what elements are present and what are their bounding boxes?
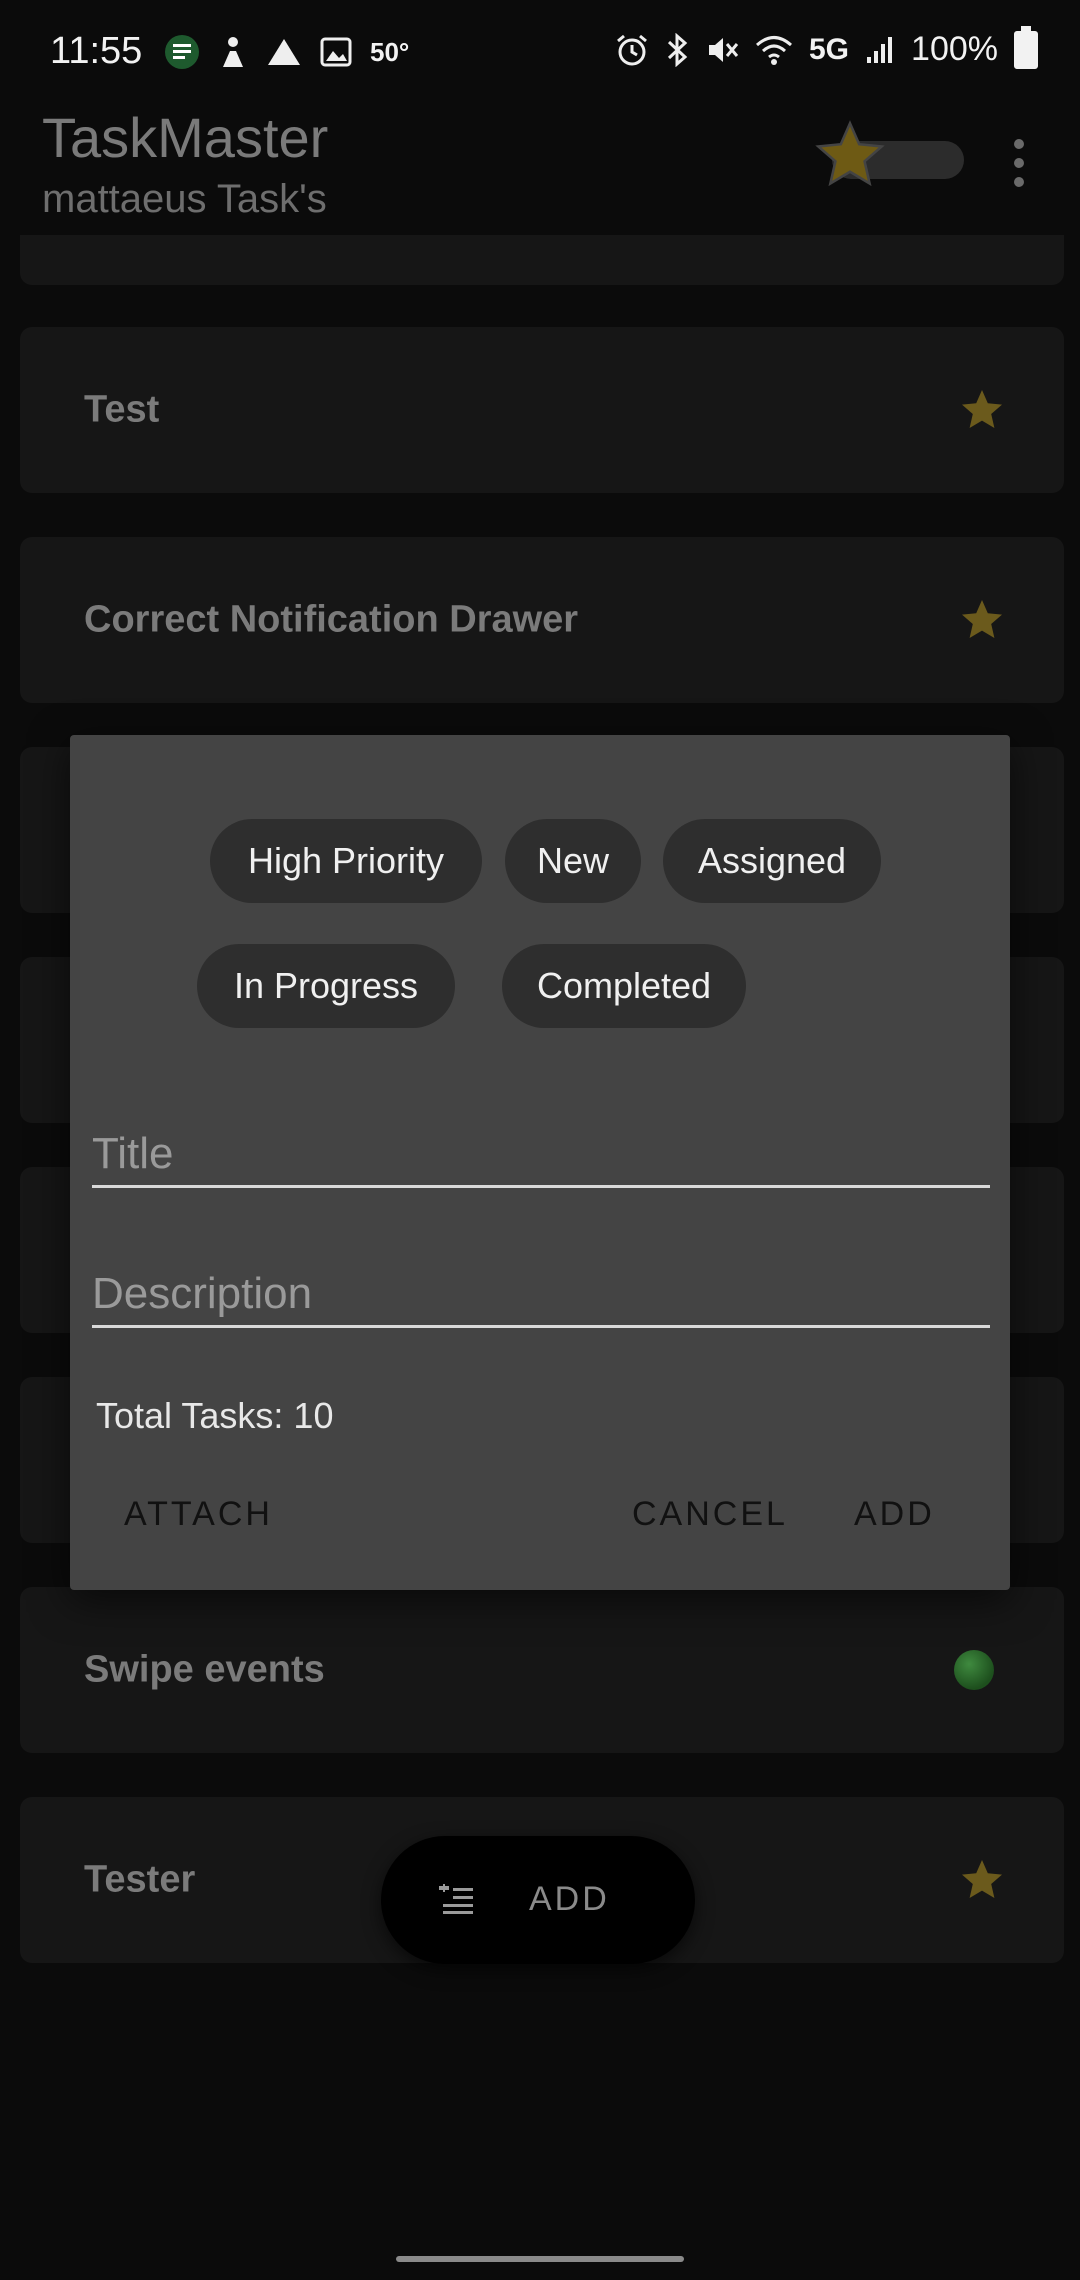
task-title: Swipe events (84, 1648, 325, 1691)
total-tasks-label: Total Tasks: 10 (96, 1395, 334, 1436)
mute-icon (709, 37, 739, 62)
title-input[interactable] (92, 1105, 990, 1185)
status-time: 11:55 (50, 30, 143, 72)
add-task-fab[interactable]: ADD (381, 1836, 695, 1964)
network-type: 5G (809, 32, 850, 66)
task-title: Test (84, 388, 160, 431)
task-card[interactable]: Correct Notification Drawer (20, 537, 1064, 703)
bluetooth-icon (667, 32, 688, 67)
status-left-icons: 50° (164, 34, 409, 70)
triangle-icon (268, 39, 300, 65)
status-right-icons: 5G 100% (615, 25, 1038, 69)
app-title: TaskMaster (42, 106, 329, 169)
cancel-button[interactable]: CANCEL (632, 1495, 788, 1534)
image-icon (320, 37, 352, 67)
task-title: Correct Notification Drawer (84, 598, 579, 641)
fitness-icon (223, 37, 243, 67)
add-list-icon (439, 1884, 473, 1914)
star-icon (962, 1860, 1002, 1898)
wifi-icon (756, 35, 792, 65)
signal-icon (867, 36, 893, 63)
notes-icon (165, 35, 199, 69)
fab-label: ADD (529, 1880, 610, 1918)
task-card[interactable]: Swipe events (20, 1587, 1064, 1753)
chip-assigned[interactable]: Assigned (663, 819, 881, 903)
star-icon[interactable] (812, 117, 888, 193)
attach-button[interactable]: ATTACH (124, 1495, 273, 1534)
description-input[interactable] (92, 1245, 990, 1325)
app-subtitle: mattaeus Task's (42, 177, 327, 221)
chip-new[interactable]: New (505, 819, 641, 903)
add-button[interactable]: ADD (854, 1495, 935, 1534)
gesture-nav-bar[interactable] (396, 2256, 684, 2262)
temperature: 50° (370, 36, 410, 67)
add-task-dialog: High Priority New Assigned In Progress C… (70, 735, 1010, 1590)
chip-high-priority[interactable]: High Priority (210, 819, 482, 903)
battery-icon (1014, 25, 1038, 69)
description-field[interactable] (92, 1245, 990, 1328)
task-card[interactable]: Test (20, 327, 1064, 493)
alarm-icon (617, 34, 647, 65)
status-dot-icon (954, 1650, 994, 1690)
overflow-menu-icon[interactable] (1014, 139, 1028, 196)
title-field[interactable] (92, 1105, 990, 1188)
app-bar: TaskMaster mattaeus Task's (0, 105, 1080, 235)
task-title: Tester (84, 1858, 196, 1901)
battery-percent: 100% (911, 30, 998, 68)
star-icon (962, 390, 1002, 428)
chip-in-progress[interactable]: In Progress (197, 944, 455, 1028)
status-bar: 11:55 50° 5G 100% (0, 0, 1080, 105)
chip-completed[interactable]: Completed (502, 944, 746, 1028)
star-icon (962, 600, 1002, 638)
